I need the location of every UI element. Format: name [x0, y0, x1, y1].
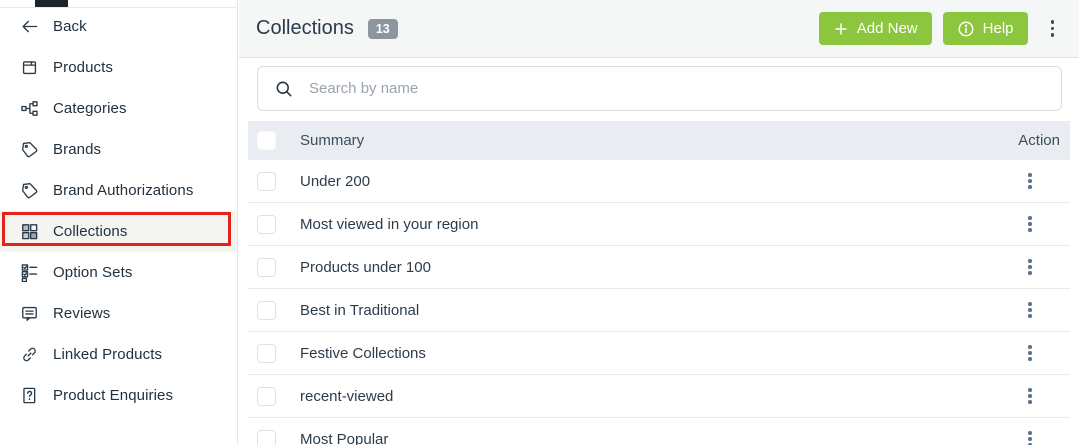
- table-header-row: Summary Action: [248, 121, 1070, 160]
- row-checkbox[interactable]: [257, 214, 276, 234]
- comment-icon: [20, 304, 39, 323]
- column-header-summary: Summary: [300, 132, 365, 149]
- count-badge: 13: [367, 18, 398, 39]
- row-checkbox[interactable]: [257, 300, 276, 320]
- app-window: Back Products Categories Brands Brand Au…: [0, 0, 1079, 445]
- collection-name: Products under 100: [300, 258, 431, 276]
- header-actions: Add New Help: [818, 12, 1061, 45]
- package-icon: [20, 58, 39, 77]
- sidebar-item-label: Brands: [53, 141, 102, 158]
- collections-grid-icon: [20, 222, 39, 241]
- sidebar-item-label: Linked Products: [53, 346, 163, 363]
- sidebar-item-label: Brand Authorizations: [53, 182, 194, 199]
- sidebar-item-label: Product Enquiries: [53, 387, 174, 404]
- search-icon: [276, 81, 292, 96]
- table-row[interactable]: Festive Collections: [248, 332, 1070, 375]
- row-actions-kebab-icon[interactable]: [1020, 169, 1040, 193]
- help-button[interactable]: Help: [942, 12, 1028, 45]
- row-actions-kebab-icon[interactable]: [1020, 212, 1040, 236]
- page-header: Collections 13 Add New Help: [239, 0, 1079, 58]
- table-row[interactable]: Best in Traditional: [248, 289, 1070, 332]
- sidebar-item-reviews[interactable]: Reviews: [0, 293, 237, 334]
- row-actions-kebab-icon[interactable]: [1020, 427, 1040, 445]
- sidebar-item-label: Back: [53, 18, 87, 35]
- sidebar-item-linked-products[interactable]: Linked Products: [0, 334, 237, 375]
- table-row[interactable]: Most Popular: [248, 418, 1070, 445]
- category-tree-icon: [20, 99, 39, 118]
- row-checkbox[interactable]: [257, 171, 276, 191]
- checklist-icon: [20, 263, 39, 282]
- tag-icon: [20, 181, 39, 200]
- select-all-checkbox[interactable]: [257, 131, 276, 150]
- sidebar-item-products[interactable]: Products: [0, 47, 237, 88]
- sidebar-item-label: Reviews: [53, 305, 111, 322]
- back-arrow-icon: [20, 17, 39, 36]
- collection-name: Festive Collections: [300, 344, 426, 362]
- help-label: Help: [982, 20, 1014, 37]
- add-new-label: Add New: [856, 20, 918, 37]
- row-checkbox[interactable]: [257, 257, 276, 277]
- search-bar: [257, 66, 1062, 111]
- sidebar: Back Products Categories Brands Brand Au…: [0, 0, 238, 445]
- question-document-icon: [20, 386, 39, 405]
- row-checkbox[interactable]: [257, 429, 276, 445]
- row-actions-kebab-icon[interactable]: [1020, 255, 1040, 279]
- row-actions-kebab-icon[interactable]: [1020, 341, 1040, 365]
- row-checkbox[interactable]: [257, 386, 276, 406]
- collection-name: Best in Traditional: [300, 301, 420, 319]
- sidebar-item-collections[interactable]: Collections: [0, 211, 237, 252]
- collection-name: Most Popular: [300, 430, 389, 445]
- search-input[interactable]: [309, 80, 1045, 97]
- sidebar-item-categories[interactable]: Categories: [0, 88, 237, 129]
- main-panel: Collections 13 Add New Help Summ: [239, 0, 1079, 445]
- sidebar-nav: Back Products Categories Brands Brand Au…: [0, 6, 237, 416]
- sidebar-item-option-sets[interactable]: Option Sets: [0, 252, 237, 293]
- sidebar-item-brands[interactable]: Brands: [0, 129, 237, 170]
- row-actions-kebab-icon[interactable]: [1020, 298, 1040, 322]
- collection-name: Most viewed in your region: [300, 215, 479, 233]
- table-row[interactable]: recent-viewed: [248, 375, 1070, 418]
- sidebar-item-brand-authorizations[interactable]: Brand Authorizations: [0, 170, 237, 211]
- table-row[interactable]: Under 200: [248, 160, 1070, 203]
- row-checkbox[interactable]: [257, 343, 276, 363]
- collection-name: recent-viewed: [300, 387, 394, 405]
- page-title: Collections: [256, 17, 354, 39]
- tag-icon: [20, 140, 39, 159]
- collections-table: Summary Action Under 200 Most viewed in …: [248, 121, 1070, 445]
- sidebar-item-label: Categories: [53, 100, 127, 117]
- sidebar-item-label: Products: [53, 59, 113, 76]
- info-icon: [958, 21, 974, 36]
- plus-icon: [835, 22, 847, 35]
- sidebar-item-product-enquiries[interactable]: Product Enquiries: [0, 375, 237, 416]
- header-kebab-menu-icon[interactable]: [1045, 16, 1061, 41]
- sidebar-item-back[interactable]: Back: [0, 6, 237, 47]
- column-header-action: Action: [1018, 132, 1060, 149]
- add-new-button[interactable]: Add New: [818, 12, 932, 45]
- link-icon: [20, 345, 39, 364]
- row-actions-kebab-icon[interactable]: [1020, 384, 1040, 408]
- sidebar-item-label: Option Sets: [53, 264, 133, 281]
- collection-name: Under 200: [300, 172, 371, 190]
- table-row[interactable]: Most viewed in your region: [248, 203, 1070, 246]
- sidebar-item-label: Collections: [53, 223, 128, 240]
- table-row[interactable]: Products under 100: [248, 246, 1070, 289]
